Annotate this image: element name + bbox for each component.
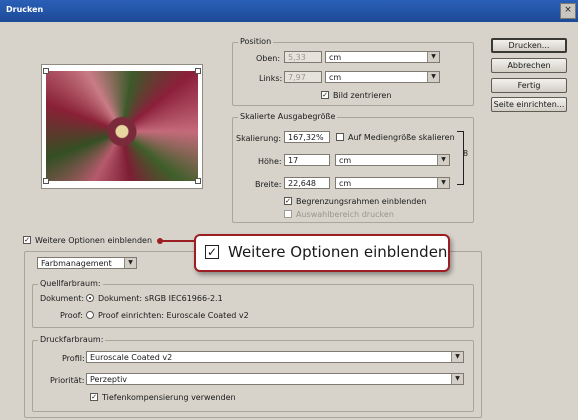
profile-select[interactable]: Euroscale Coated v2 ▼ — [86, 351, 464, 363]
priority-value: Perzeptiv — [90, 375, 128, 384]
close-icon[interactable]: × — [560, 3, 576, 19]
chevron-down-icon: ▼ — [451, 352, 463, 362]
link-proportions-icon[interactable]: 8 — [463, 150, 468, 164]
profile-label: Profil: — [62, 354, 85, 363]
width-unit-select[interactable]: cm ▼ — [335, 177, 450, 189]
priority-select[interactable]: Perzeptiv ▼ — [86, 373, 464, 385]
document-option-label: Dokument: sRGB IEC61966-2.1 — [98, 294, 223, 303]
more-options-checkbox[interactable]: ✓ — [23, 236, 31, 244]
top-input[interactable]: 5,33 — [284, 51, 322, 63]
document-radio[interactable] — [86, 294, 94, 302]
black-point-label: Tiefenkompensierung verwenden — [102, 393, 236, 402]
center-image-checkbox[interactable]: ✓ — [321, 91, 329, 99]
proof-radio[interactable] — [86, 311, 94, 319]
resize-handle-bottom-right[interactable] — [195, 178, 201, 184]
source-space-group — [32, 284, 474, 328]
proof-option-label: Proof einrichten: Euroscale Coated v2 — [98, 311, 249, 320]
color-management-select[interactable]: Farbmanagement ▼ — [37, 257, 137, 269]
print-space-legend: Druckfarbraum: — [38, 335, 106, 344]
top-unit-value: cm — [329, 53, 342, 62]
left-label: Links: — [259, 74, 283, 83]
bounding-box-label: Begrenzungsrahmen einblenden — [296, 197, 427, 206]
width-unit-value: cm — [339, 179, 352, 188]
fit-media-label: Auf Mediengröße skalieren — [348, 133, 455, 142]
print-preview — [41, 64, 203, 189]
resize-handle-top-right[interactable] — [195, 68, 201, 74]
chevron-down-icon: ▼ — [427, 72, 439, 82]
zoom-callout: ✓ Weitere Optionen einblenden — [194, 234, 450, 272]
left-input[interactable]: 7,97 — [284, 71, 322, 83]
proof-label: Proof: — [60, 311, 83, 320]
title-bar: Drucken × — [0, 0, 578, 22]
print-selection-label: Auswahlbereich drucken — [296, 210, 394, 219]
source-space-legend: Quellfarbraum: — [38, 279, 103, 288]
window-title: Drucken — [6, 5, 44, 14]
profile-value: Euroscale Coated v2 — [90, 353, 173, 362]
resize-handle-top-left[interactable] — [43, 68, 49, 74]
width-input[interactable]: 22,648 — [284, 177, 330, 189]
height-label: Höhe: — [258, 157, 282, 166]
chevron-down-icon: ▼ — [437, 178, 449, 188]
position-legend: Position — [238, 37, 274, 46]
bounding-box-checkbox[interactable]: ✓ — [284, 197, 292, 205]
top-unit-select[interactable]: cm ▼ — [325, 51, 440, 63]
scale-input[interactable]: 167,32% — [284, 131, 330, 143]
callout-label: Weitere Optionen einblenden — [228, 243, 448, 261]
cancel-button[interactable]: Abbrechen — [491, 58, 567, 73]
done-button[interactable]: Fertig — [491, 78, 567, 93]
page-setup-button[interactable]: Seite einrichten... — [491, 97, 567, 112]
fit-media-checkbox[interactable] — [336, 133, 344, 141]
priority-label: Priorität: — [50, 376, 85, 385]
top-label: Oben: — [256, 54, 281, 63]
more-options-label: Weitere Optionen einblenden — [35, 236, 153, 245]
scale-label: Skalierung: — [236, 134, 282, 143]
scaled-output-legend: Skalierte Ausgabegröße — [238, 112, 338, 121]
resize-handle-bottom-left[interactable] — [43, 178, 49, 184]
callout-leader-line — [160, 240, 194, 242]
width-label: Breite: — [255, 180, 282, 189]
color-management-value: Farbmanagement — [41, 259, 112, 268]
preview-image — [43, 68, 201, 184]
height-unit-select[interactable]: cm ▼ — [335, 154, 450, 166]
chevron-down-icon: ▼ — [427, 52, 439, 62]
document-label: Dokument: — [40, 294, 85, 303]
height-unit-value: cm — [339, 156, 352, 165]
center-image-label: Bild zentrieren — [333, 91, 392, 100]
callout-checkbox: ✓ — [205, 245, 219, 259]
print-button[interactable]: Drucken... — [491, 38, 567, 53]
left-unit-value: cm — [329, 73, 342, 82]
height-input[interactable]: 17 — [284, 154, 330, 166]
black-point-checkbox[interactable]: ✓ — [90, 393, 98, 401]
print-selection-checkbox[interactable] — [284, 210, 292, 218]
callout-leader-dot — [157, 238, 163, 244]
chevron-down-icon: ▼ — [437, 155, 449, 165]
print-dialog: Drucken × Position Oben: 5,33 cm ▼ Links… — [0, 0, 578, 420]
chevron-down-icon: ▼ — [451, 374, 463, 384]
chevron-down-icon: ▼ — [124, 258, 136, 268]
left-unit-select[interactable]: cm ▼ — [325, 71, 440, 83]
